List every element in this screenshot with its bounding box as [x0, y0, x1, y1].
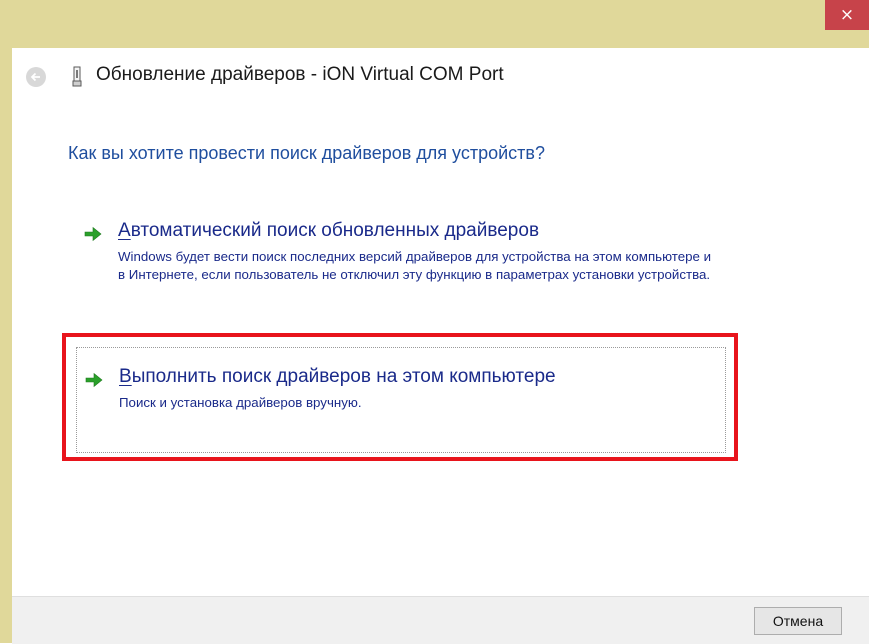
cancel-button[interactable]: Отмена — [754, 607, 842, 635]
mnemonic-letter: В — [119, 366, 132, 387]
option-title-rest: ыполнить поиск драйверов на этом компьют… — [131, 366, 556, 387]
option-browse-computer-title[interactable]: Выполнить поиск драйверов на этом компью… — [119, 366, 556, 388]
green-arrow-icon — [85, 372, 103, 388]
close-button[interactable]: × — [825, 0, 869, 30]
back-button[interactable] — [26, 67, 46, 87]
mnemonic-letter: А — [118, 220, 131, 241]
option-browse-computer[interactable]: Выполнить поиск драйверов на этом компью… — [76, 347, 726, 453]
usb-device-icon — [72, 66, 82, 87]
green-arrow-icon — [84, 226, 102, 242]
question-heading: Как вы хотите провести поиск драйверов д… — [68, 143, 545, 163]
option-auto-search[interactable]: Автоматический поиск обновленных драйвер… — [78, 220, 733, 320]
title-bar[interactable]: × — [0, 0, 869, 48]
option-auto-search-description: Windows будет вести поиск последних верс… — [118, 249, 711, 282]
wizard-header: Обновление драйверов - iON Virtual COM P… — [12, 48, 869, 108]
wizard-window: × Обновление драйверов - iON Virtual COM… — [0, 0, 869, 644]
option-auto-search-title[interactable]: Автоматический поиск обновленных драйвер… — [118, 220, 539, 242]
page-title: Обновление драйверов - iON Virtual COM P… — [96, 64, 504, 85]
option-browse-computer-description: Поиск и установка драйверов вручную. — [119, 395, 362, 410]
back-arrow-icon — [30, 72, 40, 82]
option-title-rest: втоматический поиск обновленных драйверо… — [130, 220, 540, 241]
wizard-footer: Отмена — [12, 596, 869, 644]
wizard-client-area: Обновление драйверов - iON Virtual COM P… — [12, 48, 869, 644]
